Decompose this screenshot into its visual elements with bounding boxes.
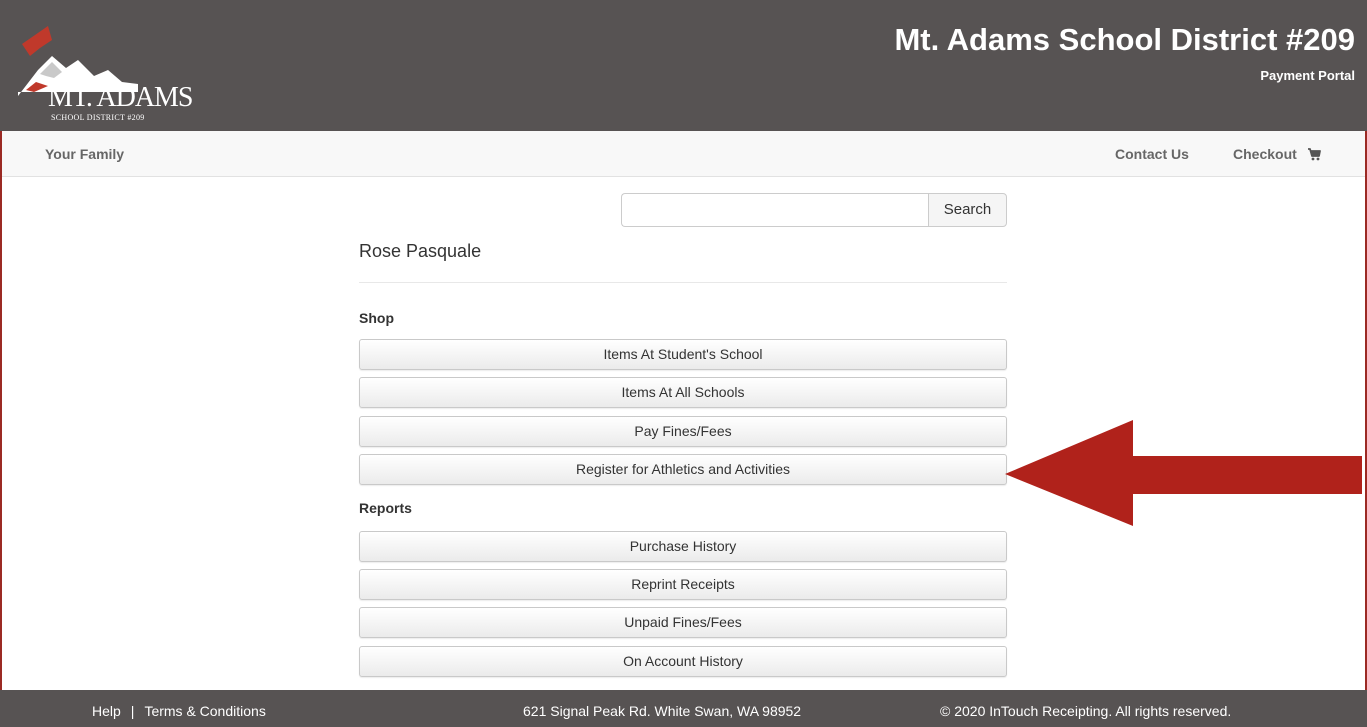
footer-address: 621 Signal Peak Rd. White Swan, WA 98952 (523, 703, 802, 719)
purchase-history-button[interactable]: Purchase History (359, 531, 1007, 562)
items-at-all-schools-button[interactable]: Items At All Schools (359, 377, 1007, 408)
footer-help-link[interactable]: Help (92, 703, 121, 719)
site-footer: Help | Terms & Conditions 621 Signal Peak … (0, 690, 1367, 727)
logo-subtitle: SCHOOL DISTRICT #209 (51, 113, 145, 122)
checkout-label: Checkout (1233, 146, 1297, 162)
user-name: Rose Pasquale (359, 241, 482, 261)
items-at-students-school-button[interactable]: Items At Student's School (359, 339, 1007, 370)
search-input[interactable] (621, 193, 929, 227)
nav-checkout[interactable]: Checkout (1233, 146, 1321, 164)
top-navbar: Your Family Contact Us Checkout (2, 131, 1365, 177)
logo-wordmark: MT. ADAMS (48, 82, 194, 113)
search-button[interactable]: Search (928, 193, 1007, 227)
cart-icon (1307, 148, 1321, 164)
site-header: MT. ADAMS SCHOOL DISTRICT #209 Mt. Adams… (0, 0, 1367, 131)
nav-contact-us[interactable]: Contact Us (1115, 146, 1189, 162)
register-athletics-activities-button[interactable]: Register for Athletics and Activities (359, 454, 1007, 485)
district-logo[interactable]: MT. ADAMS SCHOOL DISTRICT #209 (18, 26, 208, 122)
page-subtitle: Payment Portal (1260, 68, 1355, 83)
footer-copyright: © 2020 InTouch Receipting. All rights re… (940, 703, 1232, 719)
shop-section-title: Shop (359, 310, 394, 326)
footer-terms-link[interactable]: Terms & Conditions (144, 703, 265, 719)
page-title: Mt. Adams School District #209 (894, 22, 1355, 57)
section-divider (359, 282, 1007, 283)
reports-section-title: Reports (359, 500, 412, 516)
footer-links: Help | Terms & Conditions (92, 703, 266, 719)
footer-separator: | (130, 703, 135, 719)
reprint-receipts-button[interactable]: Reprint Receipts (359, 569, 1007, 600)
pay-fines-fees-button[interactable]: Pay Fines/Fees (359, 416, 1007, 447)
unpaid-fines-fees-button[interactable]: Unpaid Fines/Fees (359, 607, 1007, 638)
nav-your-family[interactable]: Your Family (45, 146, 124, 162)
red-pointer-arrow-icon (1005, 420, 1362, 526)
on-account-history-button[interactable]: On Account History (359, 646, 1007, 677)
